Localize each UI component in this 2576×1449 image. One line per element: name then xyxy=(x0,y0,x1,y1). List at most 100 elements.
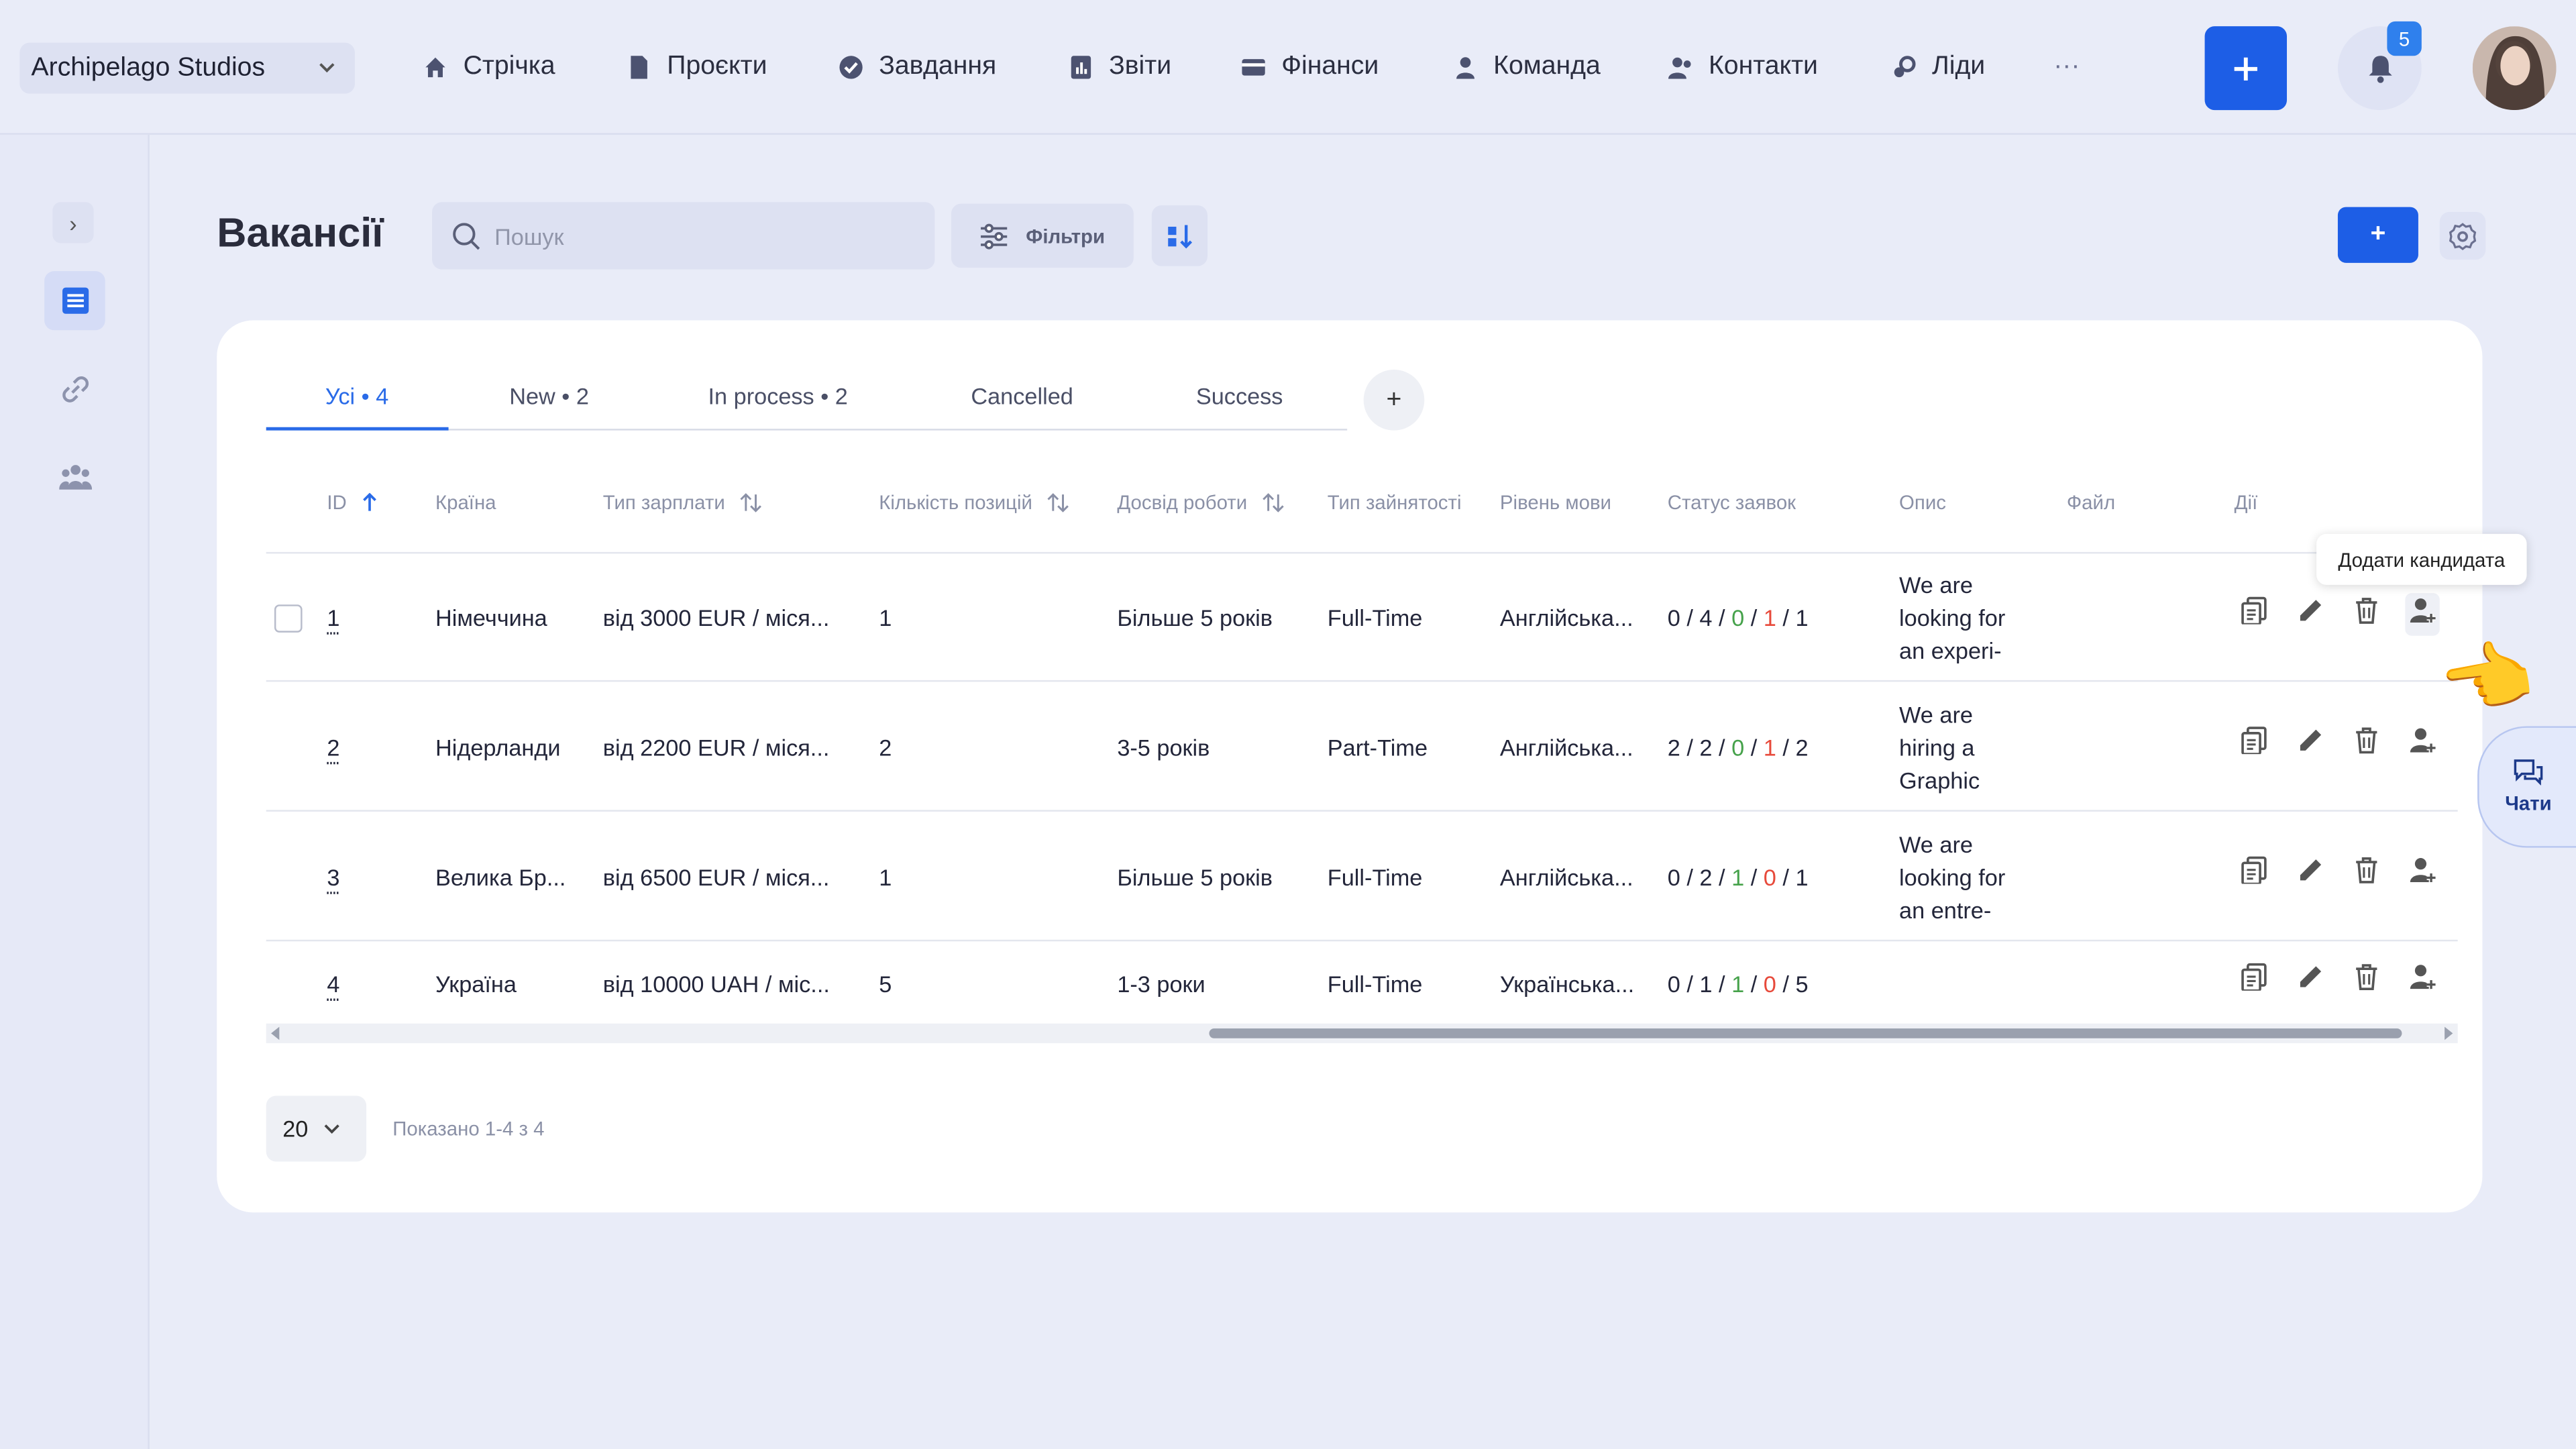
copy-button[interactable] xyxy=(2241,963,2269,999)
tab-new[interactable]: New • 2 xyxy=(509,383,589,409)
column-actions: Дії xyxy=(2235,491,2258,514)
add-tab-button[interactable]: + xyxy=(1364,370,1425,431)
add-candidate-tooltip: Додати кандидата xyxy=(2316,534,2526,585)
file-icon xyxy=(626,54,652,80)
company-name: Archipelago Studios xyxy=(32,54,266,83)
row-status-counts: 0 / 2 / 1 / 0 / 1 xyxy=(1668,864,1809,890)
copy-icon xyxy=(2241,596,2269,625)
column-experience[interactable]: Досвід роботи xyxy=(1117,491,1285,514)
column-language[interactable]: Рівень мови xyxy=(1500,491,1611,514)
add-vacancy-button[interactable]: + xyxy=(2338,207,2418,263)
nav-tasks[interactable]: Завдання xyxy=(838,51,996,84)
delete-button[interactable] xyxy=(2353,856,2381,892)
filters-button[interactable]: Фільтри xyxy=(951,204,1134,268)
sidebar-toggle[interactable]: › xyxy=(52,202,93,243)
status-tabs: Усі • 4 New • 2 In process • 2 Cancelled… xyxy=(266,366,1347,431)
edit-icon xyxy=(2297,726,2325,754)
row-language: Українська... xyxy=(1500,971,1634,997)
top-bar: Archipelago Studios Стрічка Проєкти Завд… xyxy=(0,0,2576,135)
create-button[interactable] xyxy=(2205,26,2287,110)
row-positions: 1 xyxy=(879,604,892,631)
nav-finance[interactable]: Фінанси xyxy=(1240,51,1379,84)
copy-button[interactable] xyxy=(2241,726,2269,762)
nav-reports[interactable]: Звіти xyxy=(1068,51,1171,84)
tab-cancelled[interactable]: Cancelled xyxy=(971,383,1073,409)
tab-success[interactable]: Success xyxy=(1196,383,1283,409)
column-salary-type[interactable]: Тип зарплати xyxy=(603,491,763,514)
wallet-icon xyxy=(1240,54,1267,80)
copy-button[interactable] xyxy=(2241,856,2269,892)
tab-in-process[interactable]: In process • 2 xyxy=(708,383,848,409)
scrollbar-thumb[interactable] xyxy=(1209,1028,2402,1038)
row-salary: від 10000 UAH / міс... xyxy=(603,971,830,997)
settings-button[interactable] xyxy=(2440,212,2486,260)
row-id-link[interactable]: 1 xyxy=(327,604,339,631)
sidebar-item-team[interactable] xyxy=(44,447,105,506)
delete-button[interactable] xyxy=(2353,963,2381,999)
row-checkbox[interactable] xyxy=(274,604,303,633)
row-status-counts: 2 / 2 / 0 / 1 / 2 xyxy=(1668,735,1809,761)
more-menu[interactable]: ··· xyxy=(2053,51,2080,84)
horizontal-scrollbar[interactable] xyxy=(266,1024,2458,1043)
column-employment[interactable]: Тип зайнятості xyxy=(1328,491,1462,514)
column-positions[interactable]: Кількість позицій xyxy=(879,491,1070,514)
copy-button[interactable] xyxy=(2241,596,2269,633)
company-selector[interactable]: Archipelago Studios xyxy=(19,43,355,94)
sort-icon xyxy=(1165,221,1194,250)
column-description[interactable]: Опис xyxy=(1899,491,1946,514)
column-country[interactable]: Країна xyxy=(435,491,496,514)
column-status[interactable]: Статус заявок xyxy=(1668,491,1796,514)
chevron-down-icon xyxy=(321,1119,341,1138)
column-id[interactable]: ID xyxy=(327,491,378,514)
avatar[interactable] xyxy=(2473,26,2557,110)
row-id-link[interactable]: 2 xyxy=(327,735,339,761)
nav-projects[interactable]: Проєкти xyxy=(626,51,767,84)
plus-icon xyxy=(2231,54,2261,83)
tab-all[interactable]: Усі • 4 xyxy=(325,383,388,409)
row-employment: Full-Time xyxy=(1328,864,1423,890)
trash-icon xyxy=(2353,726,2381,754)
add-candidate-button[interactable] xyxy=(2408,856,2436,892)
sidebar-item-vacancies[interactable] xyxy=(44,271,105,330)
home-icon xyxy=(422,54,448,80)
delete-button[interactable] xyxy=(2353,596,2381,633)
row-employment: Full-Time xyxy=(1328,604,1423,631)
search-icon xyxy=(451,221,481,250)
sidebar-item-links[interactable] xyxy=(44,360,105,419)
nav-feed[interactable]: Стрічка xyxy=(422,51,555,84)
row-experience: Більше 5 років xyxy=(1117,604,1273,631)
edit-button[interactable] xyxy=(2297,596,2325,633)
column-file[interactable]: Файл xyxy=(2067,491,2115,514)
page-title: Вакансії xyxy=(217,210,383,258)
row-divider xyxy=(266,940,2458,941)
sort-icon xyxy=(740,493,763,513)
trash-icon xyxy=(2353,963,2381,991)
row-experience: 1-3 роки xyxy=(1117,971,1205,997)
nav-contacts[interactable]: Контакти xyxy=(1668,51,1818,84)
edit-button[interactable] xyxy=(2297,726,2325,762)
chats-button[interactable]: Чати xyxy=(2477,726,2576,847)
add-candidate-button[interactable] xyxy=(2408,726,2436,762)
edit-button[interactable] xyxy=(2297,856,2325,892)
edit-icon xyxy=(2297,856,2325,884)
gear-icon xyxy=(2448,221,2477,250)
edit-button[interactable] xyxy=(2297,963,2325,999)
nav-team[interactable]: Команда xyxy=(1452,51,1601,84)
row-id-link[interactable]: 3 xyxy=(327,864,339,890)
row-salary: від 2200 EUR / міся... xyxy=(603,735,830,761)
copy-icon xyxy=(2241,963,2269,991)
scroll-right-icon[interactable] xyxy=(2441,1027,2455,1040)
delete-button[interactable] xyxy=(2353,726,2381,762)
add-candidate-button[interactable] xyxy=(2408,963,2436,999)
row-country: Україна xyxy=(435,971,517,997)
contacts-icon xyxy=(1668,54,1694,80)
add-candidate-button[interactable] xyxy=(2405,593,2439,636)
row-id-link[interactable]: 4 xyxy=(327,971,339,997)
trash-icon xyxy=(2353,596,2381,625)
per-page-select[interactable]: 20 xyxy=(266,1095,366,1161)
scroll-left-icon[interactable] xyxy=(270,1027,283,1040)
sort-button[interactable] xyxy=(1152,205,1208,266)
search-input[interactable]: Пошук xyxy=(432,202,934,269)
row-description: We are hiring a Graphic xyxy=(1899,698,2031,797)
nav-leads[interactable]: Ліди xyxy=(1891,51,1985,84)
